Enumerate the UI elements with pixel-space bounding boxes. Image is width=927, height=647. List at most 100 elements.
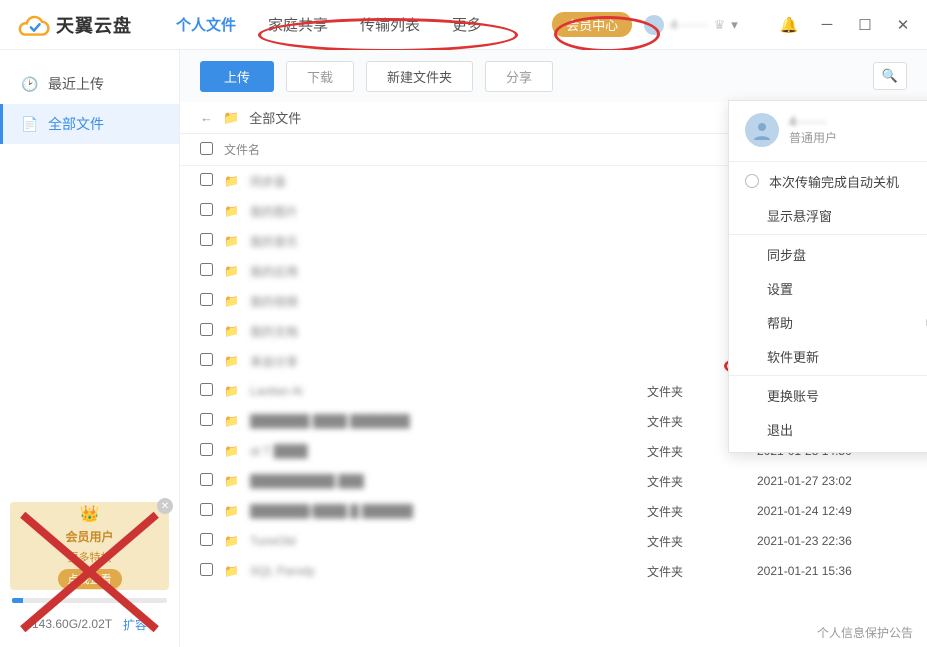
close-icon[interactable]: ✕ xyxy=(157,498,173,514)
share-button[interactable]: 分享 xyxy=(485,61,553,92)
row-checkbox[interactable] xyxy=(200,383,213,396)
row-checkbox[interactable] xyxy=(200,503,213,516)
row-checkbox[interactable] xyxy=(200,263,213,276)
sidebar-item-all-files[interactable]: 📄 全部文件 xyxy=(0,104,179,144)
crown-icon: 👑 xyxy=(80,504,100,524)
row-checkbox[interactable] xyxy=(200,443,213,456)
folder-icon: 📁 xyxy=(224,534,242,548)
expand-storage-link[interactable]: 扩容 xyxy=(123,616,147,633)
search-button[interactable]: 🔍 xyxy=(873,62,907,90)
menu-user-header: 4······· 普通用户 xyxy=(729,101,927,159)
username-mini: 4······· xyxy=(670,17,708,32)
menu-separator xyxy=(729,161,927,162)
file-time: 2021-01-23 22:36 xyxy=(757,534,907,548)
file-name: 我的文档 xyxy=(250,323,298,340)
table-row[interactable]: 📁███████/████.█ ██████ 文件夹 2021-01-24 12… xyxy=(180,496,927,526)
folder-icon: 📁 xyxy=(224,384,242,398)
promo-subtitle: 更多特权 xyxy=(68,549,112,565)
menu-sync-disk[interactable]: 同步盘 xyxy=(729,237,927,271)
new-folder-button[interactable]: 新建文件夹 xyxy=(366,61,473,92)
promo-title: 会员用户 xyxy=(65,530,113,544)
file-name: 我的应用 xyxy=(250,263,298,280)
folder-icon: 📁 xyxy=(224,354,242,368)
download-button[interactable]: 下载 xyxy=(286,61,354,92)
vip-promo-card[interactable]: ✕ 👑 会员用户 更多特权 点我查看 xyxy=(10,502,169,590)
row-checkbox[interactable] xyxy=(200,563,213,576)
promo-cta-button[interactable]: 点我查看 xyxy=(58,569,122,589)
user-dropdown-trigger[interactable]: 4······· ♛ ▾ xyxy=(644,15,738,35)
file-name: Laotian Ai xyxy=(250,384,303,398)
row-checkbox[interactable] xyxy=(200,353,213,366)
file-type: 文件夹 xyxy=(647,563,757,580)
row-checkbox[interactable] xyxy=(200,233,213,246)
menu-exit[interactable]: 退出 xyxy=(729,412,927,446)
folder-icon: 📁 xyxy=(223,110,239,126)
main-nav: 个人文件 家庭共享 传输列表 更多 xyxy=(160,0,498,50)
file-name: 我的音乐 xyxy=(250,233,298,250)
menu-help[interactable]: 帮助▸ xyxy=(729,305,927,339)
row-checkbox[interactable] xyxy=(200,203,213,216)
file-name: 我的视频 xyxy=(250,293,298,310)
storage-indicator: 143.60G/2.02T 扩容 xyxy=(0,598,179,647)
menu-software-update[interactable]: 软件更新 xyxy=(729,339,927,373)
table-row[interactable]: 📁SQL Parody 文件夹 2021-01-21 15:36 xyxy=(180,556,927,586)
row-checkbox[interactable] xyxy=(200,413,213,426)
row-checkbox[interactable] xyxy=(200,293,213,306)
toolbar: 上传 下载 新建文件夹 分享 🔍 xyxy=(180,50,927,102)
avatar-icon xyxy=(644,15,664,35)
storage-bar xyxy=(12,598,167,603)
folder-icon: 📁 xyxy=(224,414,242,428)
chevron-down-icon: ▾ xyxy=(731,17,738,33)
file-type: 文件夹 xyxy=(647,473,757,490)
menu-settings[interactable]: 设置 xyxy=(729,271,927,305)
main-panel: 上传 下载 新建文件夹 分享 🔍 ← 📁 全部文件 ⛃全部 ▾ ▦图标 文件名 … xyxy=(180,50,927,647)
clock-icon: 🕑 xyxy=(22,76,38,92)
nav-personal-files[interactable]: 个人文件 xyxy=(160,0,252,50)
folder-icon: 📁 xyxy=(224,294,242,308)
file-name: 我的图片 xyxy=(250,203,298,220)
folder-icon: 📁 xyxy=(224,474,242,488)
nav-more[interactable]: 更多 xyxy=(436,0,498,50)
file-name: 来自分享 xyxy=(250,353,298,370)
file-name: at T ████ xyxy=(250,444,308,458)
menu-switch-account[interactable]: 更换账号 xyxy=(729,378,927,412)
file-name: ███████ ████ ███████ xyxy=(250,414,410,428)
titlebar: 天翼云盘 个人文件 家庭共享 传输列表 更多 会员中心 4······· ♛ ▾… xyxy=(0,0,927,50)
row-checkbox[interactable] xyxy=(200,473,213,486)
close-button[interactable]: ✕ xyxy=(893,15,913,35)
file-type: 文件夹 xyxy=(647,533,757,550)
col-name[interactable]: 文件名 xyxy=(224,141,647,158)
privacy-link[interactable]: 个人信息保护公告 xyxy=(817,624,913,641)
menu-username: 4······· xyxy=(789,114,837,129)
table-row[interactable]: 📁██████████.███ 文件夹 2021-01-27 23:02 xyxy=(180,466,927,496)
storage-text: 143.60G/2.02T xyxy=(32,617,112,631)
maximize-button[interactable]: ☐ xyxy=(855,15,875,35)
cloud-icon xyxy=(18,13,50,37)
row-checkbox[interactable] xyxy=(200,323,213,336)
row-checkbox[interactable] xyxy=(200,533,213,546)
app-name: 天翼云盘 xyxy=(56,12,132,38)
file-time: 2021-01-21 15:36 xyxy=(757,564,907,578)
row-checkbox[interactable] xyxy=(200,173,213,186)
menu-auto-shutdown[interactable]: 本次传输完成自动关机 xyxy=(729,164,927,198)
upload-button[interactable]: 上传 xyxy=(200,61,274,92)
vip-center-button[interactable]: 会员中心 xyxy=(552,12,632,37)
back-button[interactable]: ← xyxy=(200,110,213,125)
table-row[interactable]: 📁TuneOld 文件夹 2021-01-23 22:36 xyxy=(180,526,927,556)
file-time: 2021-01-24 12:49 xyxy=(757,504,907,518)
folder-icon: 📁 xyxy=(224,504,242,518)
bell-icon[interactable]: 🔔 xyxy=(779,15,799,35)
nav-transfer-list[interactable]: 传输列表 xyxy=(344,0,436,50)
folder-icon: 📁 xyxy=(224,204,242,218)
file-name: 同步盘 xyxy=(250,173,286,190)
menu-user-role: 普通用户 xyxy=(789,129,837,146)
menu-floating-window[interactable]: 显示悬浮窗 xyxy=(729,198,927,232)
minimize-button[interactable]: ─ xyxy=(817,15,837,35)
avatar-icon xyxy=(745,113,779,147)
select-all-checkbox[interactable] xyxy=(200,142,213,155)
nav-family-share[interactable]: 家庭共享 xyxy=(252,0,344,50)
sidebar-item-label: 最近上传 xyxy=(48,74,104,94)
crown-icon: ♛ xyxy=(714,17,726,33)
breadcrumb-root[interactable]: 全部文件 xyxy=(249,108,301,127)
sidebar-item-recent[interactable]: 🕑 最近上传 xyxy=(0,64,179,104)
